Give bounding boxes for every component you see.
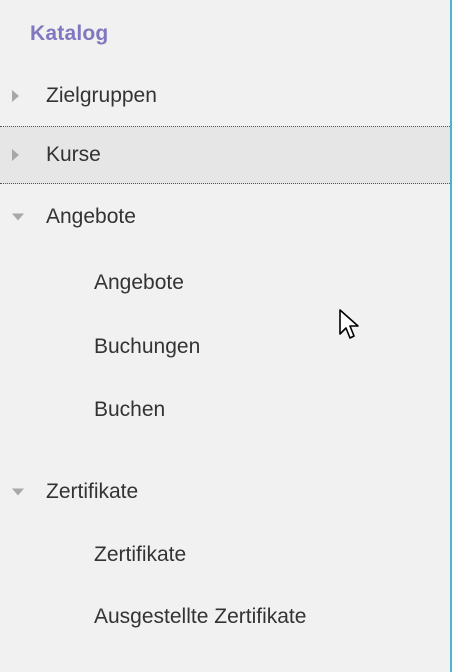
catalog-panel: Katalog Zielgruppen Kurse Angebote Angeb… (0, 0, 452, 672)
triangle-down-icon[interactable] (12, 488, 24, 496)
tree-item-zielgruppen[interactable]: Zielgruppen (0, 67, 450, 125)
tree-item-label: Kurse (46, 143, 101, 166)
subitem-buchen[interactable]: Buchen (94, 398, 165, 422)
tree-item-angebote[interactable]: Angebote (0, 188, 450, 246)
triangle-right-icon[interactable] (12, 149, 19, 161)
triangle-down-icon[interactable] (12, 213, 24, 221)
triangle-right-icon[interactable] (12, 90, 19, 102)
tree-item-label: Zertifikate (46, 480, 139, 503)
tree-item-kurse[interactable]: Kurse (0, 126, 450, 184)
tree-item-label: Zielgruppen (46, 84, 157, 107)
subitem-buchungen[interactable]: Buchungen (94, 335, 200, 359)
catalog-title: Katalog (30, 22, 109, 45)
subitem-zertifikate[interactable]: Zertifikate (94, 543, 186, 567)
tree-item-label: Angebote (46, 205, 136, 228)
mouse-pointer-icon (339, 309, 359, 339)
tree-item-zertifikate[interactable]: Zertifikate (0, 463, 450, 521)
subitem-angebote[interactable]: Angebote (94, 271, 184, 295)
subitem-ausgestellte-zertifikate[interactable]: Ausgestellte Zertifikate (94, 605, 306, 629)
